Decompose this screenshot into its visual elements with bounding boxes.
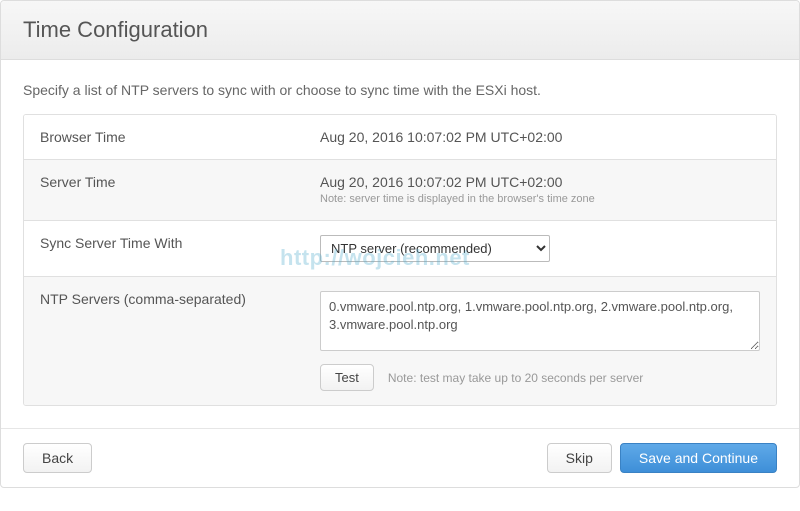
row-sync-with: Sync Server Time With NTP server (recomm… bbox=[24, 221, 776, 277]
label-browser-time: Browser Time bbox=[24, 115, 304, 159]
note-server-time: Note: server time is displayed in the br… bbox=[320, 192, 760, 206]
value-server-time-cell: Aug 20, 2016 10:07:02 PM UTC+02:00 Note:… bbox=[304, 160, 776, 220]
value-browser-time: Aug 20, 2016 10:07:02 PM UTC+02:00 bbox=[304, 115, 776, 159]
back-button[interactable]: Back bbox=[23, 443, 92, 473]
intro-text: Specify a list of NTP servers to sync wi… bbox=[23, 82, 777, 98]
row-server-time: Server Time Aug 20, 2016 10:07:02 PM UTC… bbox=[24, 160, 776, 221]
save-continue-button[interactable]: Save and Continue bbox=[620, 443, 777, 473]
test-button[interactable]: Test bbox=[320, 364, 374, 391]
footer: Back Skip Save and Continue bbox=[1, 428, 799, 487]
test-note: Note: test may take up to 20 seconds per… bbox=[388, 371, 643, 385]
value-sync-with: NTP server (recommended) bbox=[304, 221, 776, 276]
panel-header: Time Configuration bbox=[1, 1, 799, 60]
test-row: Test Note: test may take up to 20 second… bbox=[320, 364, 760, 391]
panel-body: Specify a list of NTP servers to sync wi… bbox=[1, 60, 799, 428]
label-sync-with: Sync Server Time With bbox=[24, 221, 304, 276]
config-table: Browser Time Aug 20, 2016 10:07:02 PM UT… bbox=[23, 114, 777, 406]
row-ntp-servers: NTP Servers (comma-separated) Test Note:… bbox=[24, 277, 776, 405]
footer-left: Back bbox=[23, 443, 92, 473]
label-server-time: Server Time bbox=[24, 160, 304, 220]
skip-button[interactable]: Skip bbox=[547, 443, 612, 473]
ntp-servers-input[interactable] bbox=[320, 291, 760, 351]
footer-right: Skip Save and Continue bbox=[547, 443, 777, 473]
label-ntp-servers: NTP Servers (comma-separated) bbox=[24, 277, 304, 405]
value-ntp-servers: Test Note: test may take up to 20 second… bbox=[304, 277, 776, 405]
page-title: Time Configuration bbox=[23, 17, 777, 43]
value-server-time: Aug 20, 2016 10:07:02 PM UTC+02:00 bbox=[320, 174, 760, 190]
row-browser-time: Browser Time Aug 20, 2016 10:07:02 PM UT… bbox=[24, 115, 776, 160]
sync-with-select[interactable]: NTP server (recommended) bbox=[320, 235, 550, 262]
time-configuration-panel: Time Configuration Specify a list of NTP… bbox=[0, 0, 800, 488]
